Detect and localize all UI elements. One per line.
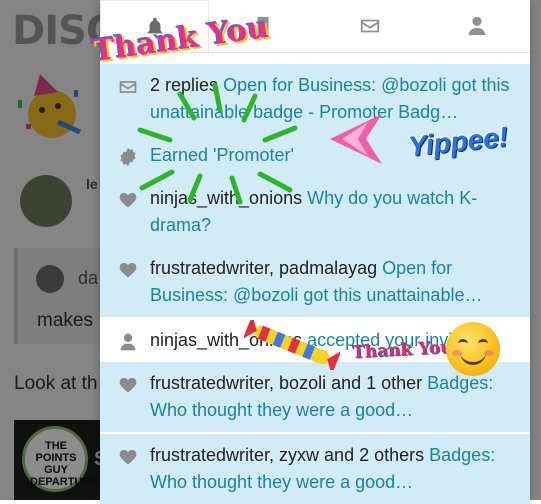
- notification-item[interactable]: frustratedwriter, zyxw and 2 others Badg…: [100, 434, 530, 504]
- user-icon: [118, 332, 140, 352]
- heart-icon: [118, 447, 140, 467]
- notification-actor: frustratedwriter, zyxw and 2 others: [150, 445, 425, 465]
- user-icon: [468, 16, 485, 36]
- notification-text: frustratedwriter, bozoli and 1 other Bad…: [150, 370, 518, 424]
- tab-profile[interactable]: [423, 0, 530, 52]
- notification-actor: frustratedwriter, padmalayag: [150, 258, 378, 278]
- smiley-mouth: [460, 349, 486, 365]
- heart-icon: [118, 260, 140, 280]
- pink-arrow-sticker: [330, 114, 382, 164]
- notification-text: frustratedwriter, zyxw and 2 others Badg…: [150, 442, 518, 496]
- heart-icon: [118, 375, 140, 395]
- smiley-eye: [458, 339, 468, 348]
- candy-sticker: [244, 320, 340, 370]
- notification-actor: frustratedwriter, bozoli and 1 other: [150, 373, 423, 393]
- smiley-eye: [478, 339, 488, 348]
- burst-lines-sticker: [137, 82, 298, 205]
- user-menu-panel: 2 replies Open for Business: @bozoli got…: [100, 0, 530, 504]
- notification-item[interactable]: frustratedwriter, padmalayag Open for Bu…: [100, 247, 530, 317]
- tab-messages[interactable]: [316, 0, 423, 52]
- notification-text: frustratedwriter, padmalayag Open for Bu…: [150, 255, 518, 309]
- smiley-face-sticker: [446, 322, 500, 376]
- envelope-icon: [360, 19, 379, 33]
